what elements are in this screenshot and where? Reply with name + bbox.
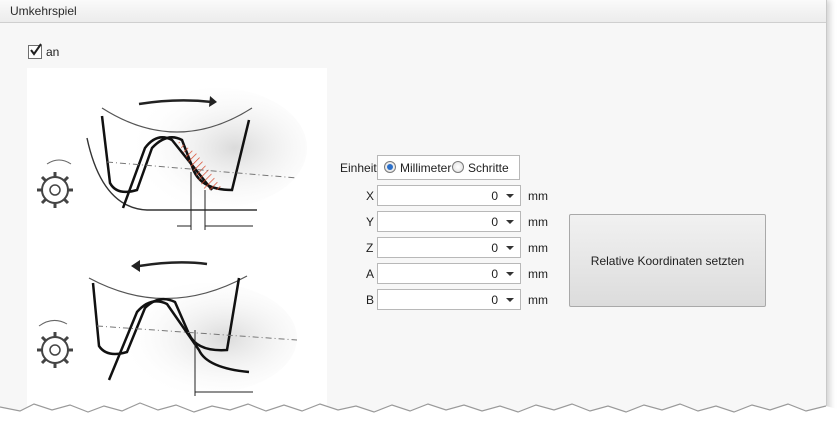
set-relative-coordinates-label: Relative Koordinaten setzten [590, 253, 745, 268]
axis-label-x: X [366, 189, 375, 203]
axis-label-b: B [366, 293, 375, 307]
axis-a-unit: mm [528, 267, 548, 281]
radio-millimeter-label[interactable]: Millimeter [400, 161, 451, 175]
backlash-panel: Umkehrspiel an Einheit Millimeter Schrit… [0, 0, 827, 433]
top-gear-scene [86, 88, 307, 230]
rotation-arrow-icon [138, 261, 208, 268]
checkbox-label: an [46, 45, 60, 59]
panel-title: Umkehrspiel [10, 4, 77, 18]
chevron-down-icon[interactable] [506, 246, 514, 250]
chevron-down-icon[interactable] [506, 220, 514, 224]
radio-schritte-label[interactable]: Schritte [468, 161, 509, 175]
enable-checkbox[interactable]: an [28, 43, 60, 59]
axis-y-unit: mm [528, 215, 548, 229]
chevron-down-icon[interactable] [506, 194, 514, 198]
axis-a-value[interactable]: 0 [491, 267, 498, 281]
axis-x-input[interactable]: 0 [377, 185, 521, 206]
checkmark-icon [30, 43, 42, 56]
set-relative-coordinates-button[interactable]: Relative Koordinaten setzten [569, 214, 766, 307]
backlash-illustration [27, 68, 327, 420]
axis-a-input[interactable]: 0 [377, 263, 521, 284]
chevron-down-icon[interactable] [506, 298, 514, 302]
unit-radio-group: Millimeter Schritte [377, 155, 520, 180]
torn-edge [0, 402, 837, 433]
axis-x-unit: mm [528, 189, 548, 203]
axis-b-input[interactable]: 0 [377, 289, 521, 310]
checkbox-box[interactable] [28, 43, 42, 59]
axis-label-a: A [366, 267, 375, 281]
axis-z-unit: mm [528, 241, 548, 255]
unit-label: Einheit [340, 161, 377, 175]
gear-icon [37, 159, 73, 208]
axis-b-unit: mm [528, 293, 548, 307]
axis-z-value[interactable]: 0 [491, 241, 498, 255]
chevron-down-icon[interactable] [506, 272, 514, 276]
axis-y-value[interactable]: 0 [491, 215, 498, 229]
bottom-gear-scene [88, 260, 298, 396]
axis-y-input[interactable]: 0 [377, 211, 521, 232]
axis-x-value[interactable]: 0 [491, 189, 498, 203]
gear-icon [37, 320, 73, 368]
axis-b-value[interactable]: 0 [491, 293, 498, 307]
axis-z-input[interactable]: 0 [377, 237, 521, 258]
radio-schritte[interactable] [452, 161, 464, 173]
panel-titlebar: Umkehrspiel [0, 0, 826, 23]
axis-label-y: Y [366, 215, 375, 229]
axis-label-z: Z [366, 241, 374, 255]
radio-millimeter[interactable] [384, 161, 396, 173]
